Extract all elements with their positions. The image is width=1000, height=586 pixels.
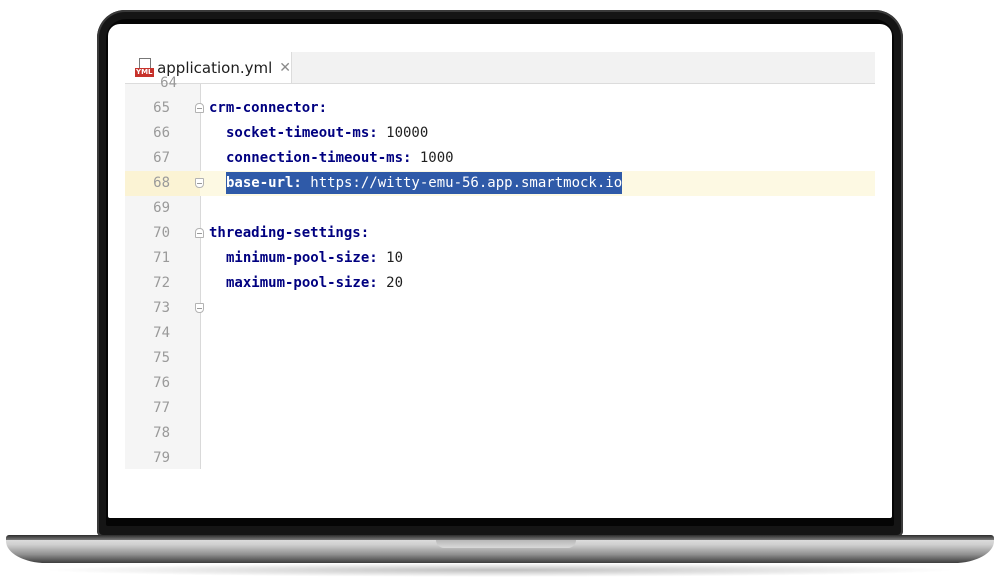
screen: YML application.yml ✕ 64 65 crm-connecto… <box>108 24 892 518</box>
yaml-key: maximum-pool-size: <box>226 275 378 291</box>
yaml-value: 10000 <box>377 125 429 141</box>
line-number: 78 <box>153 425 170 441</box>
line-number: 71 <box>153 250 170 266</box>
yaml-value: https://witty-emu-56.app.smartmock.io <box>301 175 623 191</box>
line-number: 68 <box>153 175 170 191</box>
laptop-notch <box>436 540 576 548</box>
editor-tab-bar: YML application.yml ✕ <box>125 52 875 84</box>
close-icon[interactable]: ✕ <box>279 60 291 76</box>
code-line-76[interactable]: 76 <box>125 371 875 396</box>
line-number: 77 <box>153 400 170 416</box>
line-number: 75 <box>153 350 170 366</box>
line-number: 70 <box>153 225 170 241</box>
code-line-77[interactable]: 77 <box>125 396 875 421</box>
yaml-value: 10 <box>377 250 404 266</box>
code-line-78[interactable]: 78 <box>125 421 875 446</box>
code-line-72[interactable]: 72 maximum-pool-size: 20 <box>125 271 875 296</box>
yaml-key: threading-settings: <box>209 225 370 241</box>
code-line-74[interactable]: 74 <box>125 321 875 346</box>
yaml-value: 1000 <box>411 150 454 166</box>
line-number-partial: 64 <box>160 75 177 87</box>
code-line-68-current[interactable]: 68 base-url: https://witty-emu-56.app.sm… <box>125 171 875 196</box>
laptop-shadow <box>40 563 960 577</box>
yaml-key: crm-connector: <box>209 100 328 116</box>
yaml-key: socket-timeout-ms: <box>226 125 378 141</box>
code-line-66[interactable]: 66 socket-timeout-ms: 10000 <box>125 121 875 146</box>
fold-marker-icon[interactable] <box>195 228 204 238</box>
yaml-key: connection-timeout-ms: <box>226 150 412 166</box>
line-number: 66 <box>153 125 170 141</box>
code-line-65[interactable]: 65 crm-connector: <box>125 96 875 121</box>
yaml-key: minimum-pool-size: <box>226 250 378 266</box>
yaml-key: base-url: <box>226 175 302 191</box>
fold-marker-icon[interactable] <box>195 178 204 188</box>
yaml-value: 20 <box>377 275 404 291</box>
line-number: 67 <box>153 150 170 166</box>
line-number: 79 <box>153 450 170 466</box>
laptop-base <box>6 535 994 563</box>
line-number: 72 <box>153 275 170 291</box>
code-line-75[interactable]: 75 <box>125 346 875 371</box>
line-number: 65 <box>153 100 170 116</box>
code-line-67[interactable]: 67 connection-timeout-ms: 1000 <box>125 146 875 171</box>
code-editor[interactable]: 64 65 crm-connector: 66 socket-timeout-m… <box>125 75 875 471</box>
fold-marker-icon[interactable] <box>195 103 204 113</box>
code-line-73[interactable]: 73 <box>125 296 875 321</box>
text-selection[interactable]: base-url: https://witty-emu-56.app.smart… <box>226 172 623 194</box>
line-number: 69 <box>153 200 170 216</box>
line-number: 73 <box>153 300 170 316</box>
code-line-71[interactable]: 71 minimum-pool-size: 10 <box>125 246 875 271</box>
tab-label: application.yml <box>157 58 273 77</box>
code-line-79[interactable]: 79 <box>125 446 875 471</box>
code-line-69[interactable]: 69 <box>125 196 875 221</box>
line-number: 76 <box>153 375 170 391</box>
line-number: 74 <box>153 325 170 341</box>
code-line-70[interactable]: 70 threading-settings: <box>125 221 875 246</box>
fold-marker-icon[interactable] <box>195 303 204 313</box>
